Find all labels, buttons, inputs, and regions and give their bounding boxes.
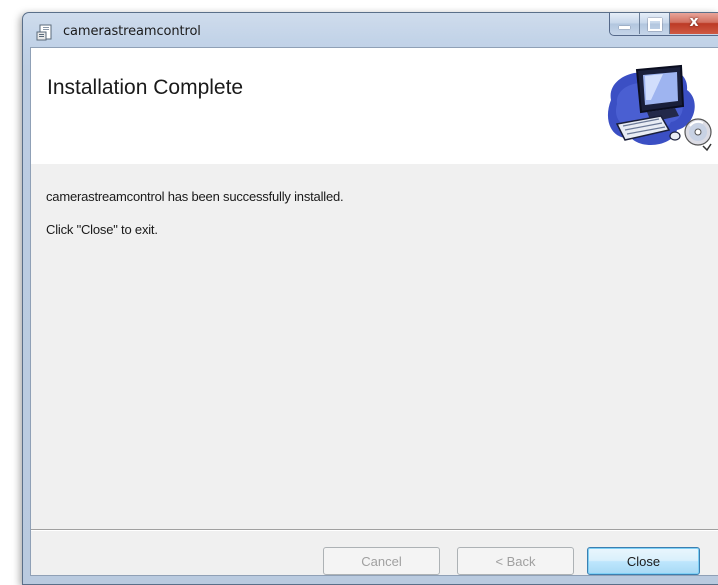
installer-package-icon [36, 23, 54, 41]
window-title: camerastreamcontrol [63, 24, 201, 39]
computer-cd-icon [603, 60, 713, 154]
banner-divider [31, 163, 718, 164]
dialog-client-area: Installation Complete camerastreamcontro… [30, 47, 718, 576]
installer-window: camerastreamcontrol x Installation Compl… [22, 12, 718, 585]
minimize-icon [619, 26, 630, 29]
title-bar[interactable]: camerastreamcontrol x [23, 13, 718, 47]
maximize-button[interactable] [640, 13, 670, 34]
success-message: camerastreamcontrol has been successfull… [46, 189, 344, 204]
close-window-button[interactable]: x [670, 13, 718, 34]
cancel-button[interactable]: Cancel [323, 547, 440, 575]
back-button[interactable]: < Back [457, 547, 574, 575]
caption-buttons: x [609, 13, 718, 36]
close-icon: x [689, 14, 699, 30]
minimize-button[interactable] [610, 13, 640, 34]
exit-instruction: Click "Close" to exit. [46, 222, 158, 237]
maximize-icon [648, 18, 662, 31]
header-banner: Installation Complete [31, 48, 718, 164]
close-button[interactable]: Close [587, 547, 700, 575]
footer-divider-highlight [31, 530, 718, 531]
page-title: Installation Complete [47, 76, 244, 99]
